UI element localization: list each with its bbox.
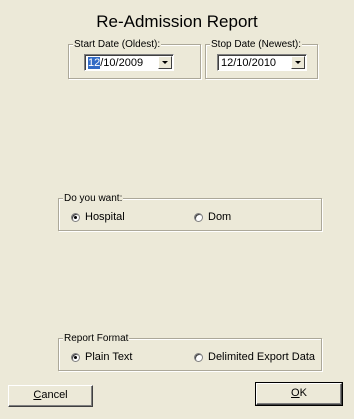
start-date-dropdown-icon[interactable]	[158, 56, 172, 69]
radio-plain-text-label: Plain Text	[85, 351, 133, 363]
radio-hospital[interactable]: Hospital	[71, 211, 125, 223]
cancel-button[interactable]: Cancel	[8, 385, 93, 407]
radio-dom-icon[interactable]	[194, 212, 203, 222]
report-format-label: Report Format	[63, 333, 130, 344]
stop-date-value: 12/10/2010	[221, 57, 277, 69]
stop-date-dropdown-icon[interactable]	[291, 56, 305, 69]
stop-date-combo[interactable]: 12/10/2010	[217, 54, 307, 71]
start-date-combo[interactable]: 12/10/2009	[84, 54, 174, 71]
radio-hospital-label: Hospital	[85, 211, 125, 223]
stop-date-label: Stop Date (Newest):	[210, 39, 303, 50]
radio-dom-label: Dom	[208, 211, 232, 223]
radio-dom[interactable]: Dom	[194, 211, 231, 223]
radio-delimited-export[interactable]: Delimited Export Data	[194, 351, 315, 363]
radio-hospital-icon[interactable]	[71, 212, 80, 222]
radio-delimited-export-label: Delimited Export Data	[208, 351, 315, 363]
ok-button[interactable]: OK	[255, 382, 343, 406]
radio-plain-text-icon[interactable]	[71, 352, 80, 362]
radio-plain-text[interactable]: Plain Text	[71, 351, 133, 363]
start-date-value: 12/10/2009	[88, 57, 144, 69]
radio-delimited-export-icon[interactable]	[194, 352, 203, 362]
start-date-label: Start Date (Oldest):	[73, 39, 162, 50]
page-title: Re-Admission Report	[96, 12, 258, 31]
do-you-want-label: Do you want:	[63, 193, 124, 204]
